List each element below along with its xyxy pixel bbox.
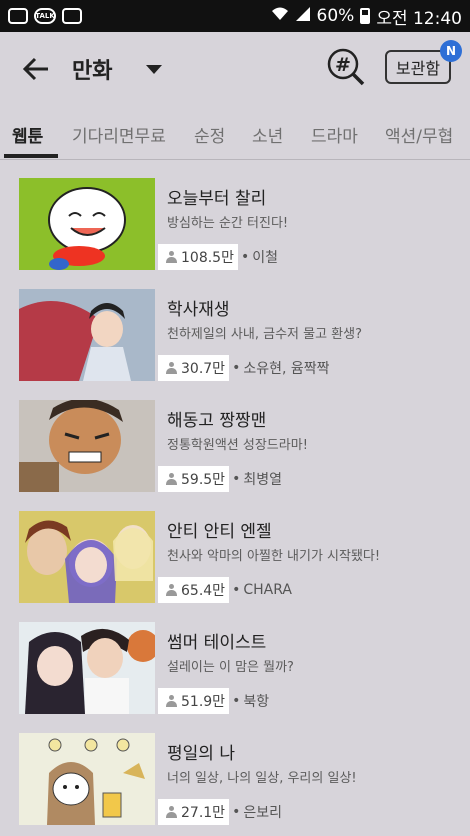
person-icon xyxy=(166,695,177,707)
item-description: 정통학원액션 성장드라마! xyxy=(167,438,308,453)
battery-percent: 60% xyxy=(316,6,355,26)
item-author: 최병열 xyxy=(243,472,282,488)
thumbnail-image xyxy=(19,178,155,270)
item-title: 평일의 나 xyxy=(167,744,235,764)
thumbnail-image xyxy=(19,733,155,825)
list-item[interactable]: 썸머 테이스트 설레이는 이 맘은 뭘까? 51.9만 • 북항 xyxy=(0,614,470,718)
separator-dot: • xyxy=(232,360,241,376)
thumbnail-image xyxy=(19,622,155,714)
tab-wait-free[interactable]: 기다리면무료 xyxy=(72,122,166,147)
item-author: 북항 xyxy=(243,694,270,710)
view-count: 65.4만 xyxy=(181,583,226,599)
item-description: 천하제일의 사내, 금수저 물고 환생? xyxy=(167,327,363,342)
person-icon xyxy=(166,473,177,485)
item-title: 오늘부터 찰리 xyxy=(167,189,267,209)
list-item[interactable]: 안티 안티 엔젤 천사와 악마의 아찔한 내기가 시작됐다! 65.4만 • C… xyxy=(0,503,470,607)
separator-dot: • xyxy=(232,804,241,820)
item-title: 안티 안티 엔젤 xyxy=(167,522,272,542)
gallery-notification-icon xyxy=(62,8,82,24)
item-meta: 30.7만 • 소유현, 윰짝짝 xyxy=(158,355,330,381)
thumbnail-image xyxy=(19,400,155,492)
view-count: 59.5만 xyxy=(181,472,226,488)
tab-webtoon[interactable]: 웹툰 xyxy=(12,122,43,147)
item-meta: 27.1만 • 은보리 xyxy=(158,799,282,825)
item-meta: 51.9만 • 북항 xyxy=(158,688,269,714)
view-count: 51.9만 xyxy=(181,694,226,710)
view-count-badge: 27.1만 xyxy=(158,799,230,825)
item-title: 해동고 짱짱맨 xyxy=(167,411,267,431)
person-icon xyxy=(166,806,177,818)
item-title: 학사재생 xyxy=(167,300,230,320)
person-icon xyxy=(166,251,177,263)
separator-dot: • xyxy=(240,249,250,265)
talk-notification-icon: TALK xyxy=(34,8,56,24)
view-count-badge: 30.7만 xyxy=(158,355,230,381)
separator-dot: • xyxy=(232,693,241,709)
category-tabs: 웹툰 기다리면무료 순정 소년 드라마 액션/무협 xyxy=(0,104,470,160)
item-meta: 59.5만 • 최병열 xyxy=(158,466,282,492)
dropdown-caret-icon[interactable] xyxy=(146,65,162,74)
view-count: 30.7만 xyxy=(181,361,226,377)
active-tab-indicator xyxy=(4,154,58,158)
item-description: 설레이는 이 맘은 뭘까? xyxy=(167,660,294,675)
separator-dot: • xyxy=(232,471,241,487)
list-item[interactable]: 학사재생 천하제일의 사내, 금수저 물고 환생? 30.7만 • 소유현, 윰… xyxy=(0,281,470,385)
item-description: 천사와 악마의 아찔한 내기가 시작됐다! xyxy=(167,549,381,564)
item-title: 썸머 테이스트 xyxy=(167,633,267,653)
tab-romance[interactable]: 순정 xyxy=(194,122,225,147)
status-time: 오전 12:40 xyxy=(376,8,462,29)
hashtag-search-icon[interactable]: # xyxy=(326,47,366,87)
separator-dot: • xyxy=(232,582,241,598)
battery-icon xyxy=(360,8,371,24)
list-item[interactable]: 해동고 짱짱맨 정통학원액션 성장드라마! 59.5만 • 최병열 xyxy=(0,392,470,496)
thumbnail-image xyxy=(19,289,155,381)
list-item[interactable]: 오늘부터 찰리 방심하는 순간 터진다! 108.5만 • 이철 xyxy=(0,170,470,274)
view-count-badge: 51.9만 xyxy=(158,688,230,714)
view-count-badge: 59.5만 xyxy=(158,466,230,492)
item-author: CHARA xyxy=(243,582,292,598)
item-meta: 108.5만 • 이철 xyxy=(158,244,278,270)
item-author: 이철 xyxy=(252,250,278,266)
item-author: 은보리 xyxy=(243,805,282,821)
view-count: 27.1만 xyxy=(181,805,226,821)
list-item[interactable]: 평일의 나 너의 일상, 나의 일상, 우리의 일상! 27.1만 • 은보리 xyxy=(0,725,470,829)
new-badge: N xyxy=(440,40,462,62)
view-count-badge: 65.4만 xyxy=(158,577,230,603)
signal-icon xyxy=(295,6,311,27)
tab-drama[interactable]: 드라마 xyxy=(311,122,358,147)
person-icon xyxy=(166,584,177,596)
app-bar: 만화 # 보관함 N xyxy=(0,32,470,104)
back-arrow-icon[interactable] xyxy=(18,52,54,86)
notification-app-icon xyxy=(8,8,28,24)
person-icon xyxy=(166,362,177,374)
view-count: 108.5만 xyxy=(181,250,234,266)
item-description: 너의 일상, 나의 일상, 우리의 일상! xyxy=(167,771,357,786)
tab-boys[interactable]: 소년 xyxy=(252,122,283,147)
page-title[interactable]: 만화 xyxy=(72,53,112,85)
status-bar: TALK 60% 오전 12:40 xyxy=(0,0,470,32)
wifi-icon xyxy=(271,6,289,27)
item-meta: 65.4만 • CHARA xyxy=(158,577,292,603)
view-count-badge: 108.5만 xyxy=(158,244,238,270)
item-description: 방심하는 순간 터진다! xyxy=(167,216,289,231)
svg-text:#: # xyxy=(335,54,351,76)
thumbnail-image xyxy=(19,511,155,603)
item-author: 소유현, 윰짝짝 xyxy=(243,361,330,377)
tab-action[interactable]: 액션/무협 xyxy=(385,122,453,147)
